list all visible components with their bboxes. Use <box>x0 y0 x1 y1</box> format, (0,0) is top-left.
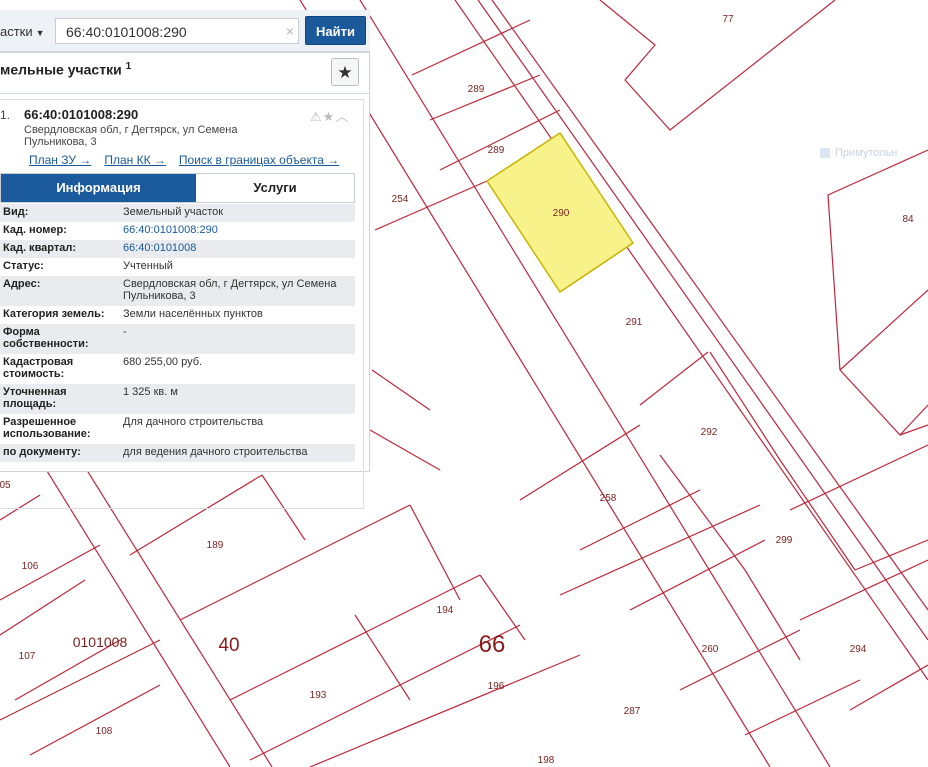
parcel-label: 289 <box>488 145 505 156</box>
parcel-label: 294 <box>850 644 867 655</box>
parcel-label: 108 <box>96 726 113 737</box>
result-item: 1. 66:40:0101008:290 Свердловская обл, г… <box>0 99 364 509</box>
result-number: 1. <box>0 108 11 122</box>
table-row: Уточненная площадь: 1 325 кв. м <box>0 384 355 414</box>
search-type-label: астки <box>0 24 33 39</box>
clear-icon[interactable]: × <box>282 18 298 44</box>
star-icon: ★ <box>337 63 353 82</box>
tab-services[interactable]: Услуги <box>196 174 354 202</box>
table-row: Категория земель: Земли населённых пункто… <box>0 306 355 324</box>
warning-icon[interactable]: ⚠ <box>310 109 323 124</box>
table-row: Форма собственности: - <box>0 324 355 354</box>
parcel-label: 289 <box>468 84 485 95</box>
row-key: Кадастровая стоимость: <box>3 356 74 380</box>
row-value: Свердловская обл, г Дегтярск, ул Семена … <box>123 278 337 302</box>
result-count: 1 <box>125 61 132 72</box>
row-key: Кад. квартал: <box>3 242 77 254</box>
info-tabs: Информация Услуги <box>0 173 355 203</box>
parcel-label: 287 <box>624 706 641 717</box>
parcel-label: 84 <box>902 214 914 225</box>
parcel-label: 0101008 <box>73 634 128 650</box>
row-value: 1 325 кв. м <box>123 386 178 398</box>
row-key: Уточненная площадь: <box>3 386 67 410</box>
row-value: Для дачного строительства <box>123 416 264 428</box>
parcel-label: 292 <box>701 427 718 438</box>
row-key: Разрешенное использование: <box>3 416 91 440</box>
parcel-label: 189 <box>207 540 224 551</box>
parcel-label: 260 <box>702 644 719 655</box>
result-cad-number[interactable]: 66:40:0101008:290 <box>24 107 138 122</box>
results-panel: мельные участки 1 ★ 1. 66:40:0101008:290… <box>0 52 370 509</box>
favorites-button[interactable]: ★ <box>331 58 359 86</box>
row-value: Учтенный <box>123 260 173 272</box>
row-value: 680 255,00 руб. <box>123 356 203 368</box>
parcel-label: 258 <box>600 493 617 504</box>
row-key: Вид: <box>3 206 29 218</box>
row-value-link[interactable]: 66:40:0101008:290 <box>123 224 348 236</box>
table-row: Адрес: Свердловская обл, г Дегтярск, ул С… <box>0 276 355 306</box>
table-row: Кад. номер: 66:40:0101008:290 <box>0 222 355 240</box>
row-value: - <box>123 326 127 338</box>
parcel-label: 254 <box>392 194 409 205</box>
row-value: Земельный участок <box>123 206 224 218</box>
region-label: 66 <box>479 631 506 658</box>
parcel-label: 196 <box>488 681 505 692</box>
result-links: План ЗУ → План КК → Поиск в границах объек… <box>29 153 352 167</box>
parcel-label: 290 <box>553 208 570 219</box>
plan-kk-link[interactable]: План КК → <box>104 153 166 167</box>
row-key: Статус: <box>3 260 44 272</box>
search-type-select[interactable]: астки ▼ <box>0 18 52 46</box>
star-icon[interactable]: ★ <box>323 109 336 124</box>
result-actions: ⚠★︿ <box>310 106 349 125</box>
parcel-label: 198 <box>538 755 555 766</box>
row-key: Категория земель: <box>3 308 105 320</box>
parcel-label: 107 <box>19 651 36 662</box>
search-input[interactable]: 66:40:0101008:290 <box>55 18 299 44</box>
table-row: Кад. квартал: 66:40:0101008 <box>0 240 355 258</box>
table-row: Вид: Земельный участок <box>0 204 355 222</box>
map-overlay-note: Примутольн <box>818 141 928 165</box>
search-button[interactable]: Найти <box>305 16 366 45</box>
row-key: Адрес: <box>3 278 41 290</box>
tab-information[interactable]: Информация <box>1 174 196 202</box>
map-note-text: Примутольн <box>835 147 898 159</box>
divider <box>0 93 370 94</box>
row-value-link[interactable]: 66:40:0101008 <box>123 242 348 254</box>
search-bar: астки ▼ 66:40:0101008:290 × Найти <box>0 10 370 52</box>
row-value: Земли населённых пунктов <box>123 308 263 320</box>
panel-title-text: мельные участки <box>0 61 122 78</box>
parcel-label: 106 <box>22 561 39 572</box>
row-value: для ведения дачного строительства <box>123 446 308 458</box>
parcel-label: 299 <box>776 535 793 546</box>
row-key: Кад. номер: <box>3 224 67 236</box>
parcel-label: 194 <box>437 605 454 616</box>
parcel-label: 77 <box>722 14 734 25</box>
result-address: Свердловская обл, г Дегтярск, ул Семена … <box>24 124 238 148</box>
chevron-down-icon: ▼ <box>35 28 45 38</box>
panel-title: мельные участки 1 <box>0 61 131 78</box>
info-table: Вид: Земельный участок Кад. номер: 66:40:0… <box>0 204 355 462</box>
search-in-bounds-link[interactable]: Поиск в границах объекта → <box>179 153 339 167</box>
table-row: Разрешенное использование: Для дачного ст… <box>0 414 355 444</box>
plan-zu-link[interactable]: План ЗУ → <box>29 153 91 167</box>
parcel-label: 291 <box>626 317 643 328</box>
row-key: по документу: <box>3 446 81 458</box>
table-row: по документу: для ведения дачного строите… <box>0 444 355 462</box>
zone-label: 40 <box>218 635 239 656</box>
table-row: Кадастровая стоимость: 680 255,00 руб. <box>0 354 355 384</box>
layer-icon <box>820 148 830 158</box>
table-row: Статус: Учтенный <box>0 258 355 276</box>
row-key: Форма собственности: <box>3 326 89 350</box>
parcel-label: 193 <box>310 690 327 701</box>
chevron-up-icon[interactable]: ︿ <box>335 109 349 124</box>
